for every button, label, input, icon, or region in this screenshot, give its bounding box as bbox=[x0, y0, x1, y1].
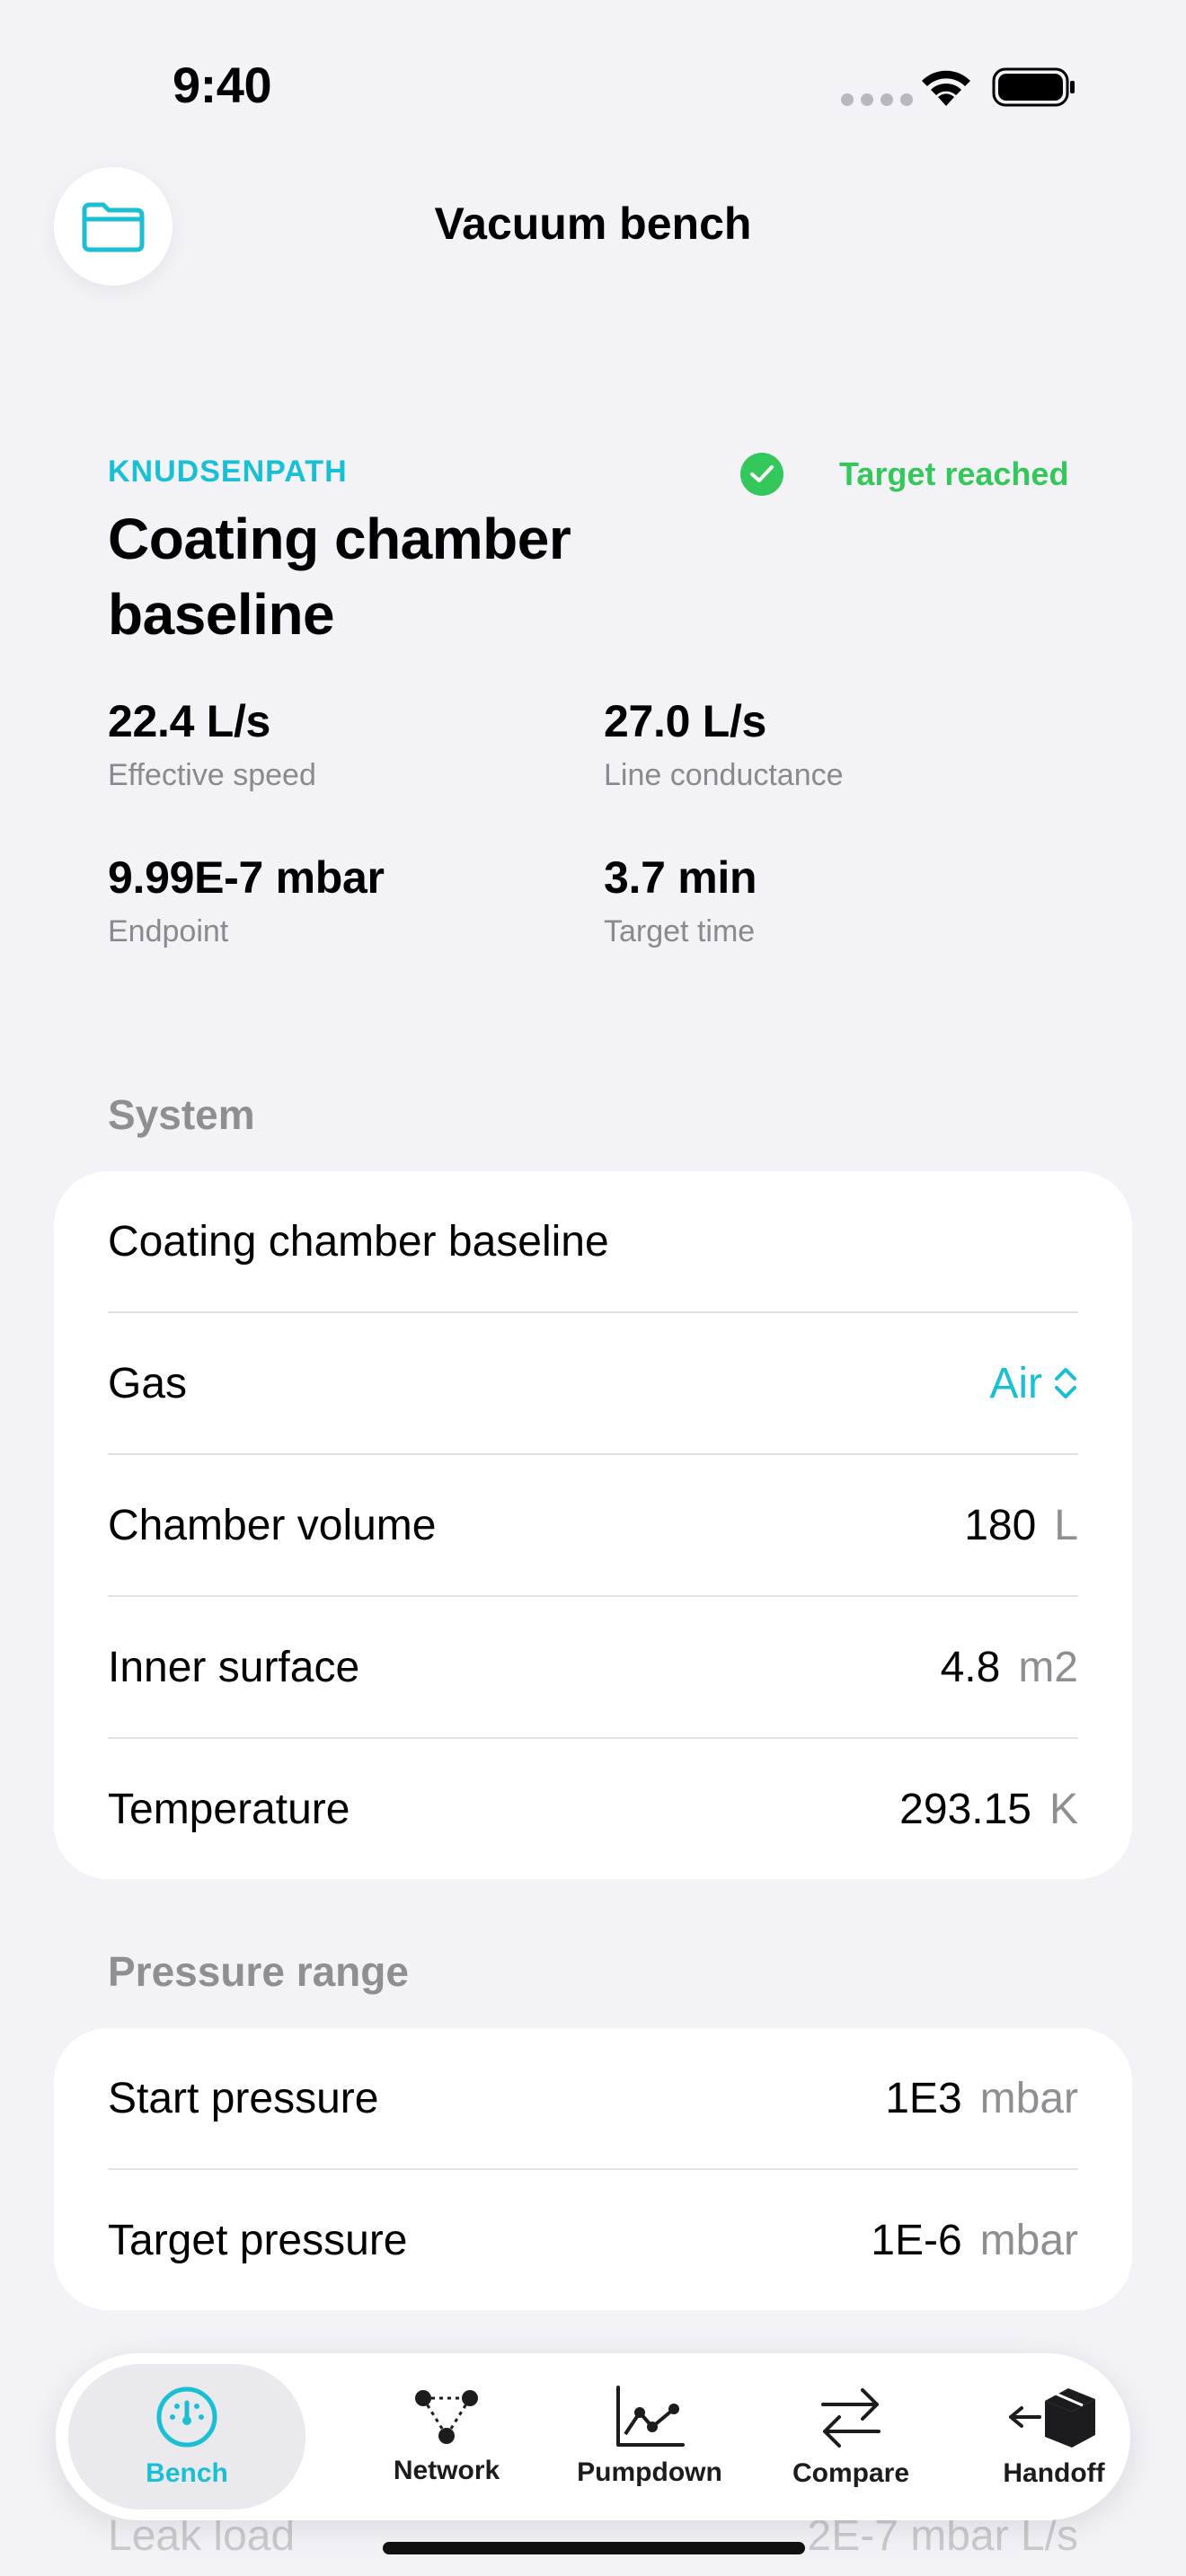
metric-value: 9.99E-7 mbar bbox=[108, 852, 385, 903]
tab-bar: Bench Network Pumpdown Compare Handoff bbox=[56, 2353, 1130, 2520]
start-pressure-field[interactable]: 1E3 mbar bbox=[885, 2074, 1078, 2123]
metric-label: Target time bbox=[604, 914, 756, 948]
tab-handoff[interactable]: Handoff bbox=[933, 2353, 1175, 2520]
chamber-volume-unit: L bbox=[1054, 1501, 1078, 1549]
status-text: Target reached bbox=[839, 455, 1069, 492]
summary-title: Coating chamber baseline bbox=[108, 507, 571, 647]
start-pressure-value: 1E3 bbox=[885, 2074, 962, 2122]
gas-label: Gas bbox=[108, 1359, 188, 1407]
gas-row: Gas Air bbox=[108, 1313, 1078, 1455]
gauge-icon bbox=[156, 2386, 217, 2448]
metric-value: 3.7 min bbox=[604, 852, 757, 903]
status-bar: 9:40 bbox=[0, 0, 1186, 171]
inner-surface-field[interactable]: 4.8 m2 bbox=[941, 1643, 1078, 1692]
inner-surface-row: Inner surface 4.8 m2 bbox=[108, 1597, 1078, 1739]
section-header-pressure-range: Pressure range bbox=[108, 1948, 409, 1995]
metric-target-time: 3.7 min Target time bbox=[604, 851, 757, 949]
temperature-label: Temperature bbox=[108, 1785, 350, 1833]
chevron-up-down-icon bbox=[1055, 1368, 1076, 1398]
tab-label: Pumpdown bbox=[577, 2457, 722, 2487]
system-name-field[interactable]: Coating chamber baseline bbox=[108, 1171, 1078, 1313]
metric-effective-speed: 22.4 L/s Effective speed bbox=[108, 695, 316, 793]
status-badge: Target reached bbox=[740, 453, 1068, 496]
target-pressure-unit: mbar bbox=[979, 2216, 1078, 2264]
wifi-icon bbox=[922, 70, 970, 106]
temperature-row: Temperature 293.15 K bbox=[108, 1739, 1078, 1879]
start-pressure-unit: mbar bbox=[979, 2074, 1078, 2122]
metric-endpoint: 9.99E-7 mbar Endpoint bbox=[108, 851, 385, 949]
target-pressure-value: 1E-6 bbox=[871, 2216, 962, 2264]
home-indicator bbox=[383, 2542, 805, 2554]
metric-value: 22.4 L/s bbox=[108, 696, 271, 746]
tab-bench[interactable]: Bench bbox=[68, 2364, 305, 2510]
page-title: Vacuum bench bbox=[434, 198, 752, 249]
tab-label: Network bbox=[393, 2456, 500, 2485]
temperature-unit: K bbox=[1049, 1785, 1078, 1833]
metric-value: 27.0 L/s bbox=[604, 696, 767, 746]
target-pressure-row: Target pressure 1E-6 mbar bbox=[108, 2170, 1078, 2310]
gas-picker[interactable]: Air bbox=[989, 1359, 1078, 1408]
target-pressure-field[interactable]: 1E-6 mbar bbox=[871, 2216, 1078, 2265]
section-header-system: System bbox=[108, 1091, 255, 1138]
brand-label: KNUDSENPATH bbox=[108, 454, 348, 489]
checkmark-icon bbox=[740, 453, 783, 496]
network-icon bbox=[415, 2390, 478, 2444]
start-pressure-label: Start pressure bbox=[108, 2074, 379, 2122]
system-name-value: Coating chamber baseline bbox=[108, 1217, 609, 1266]
inner-surface-unit: m2 bbox=[1018, 1643, 1078, 1691]
tab-label: Compare bbox=[792, 2458, 910, 2488]
start-pressure-row: Start pressure 1E3 mbar bbox=[108, 2028, 1078, 2170]
status-time: 9:40 bbox=[173, 57, 272, 113]
chamber-volume-field[interactable]: 180 L bbox=[964, 1501, 1078, 1550]
chamber-volume-label: Chamber volume bbox=[108, 1501, 437, 1549]
inner-surface-label: Inner surface bbox=[108, 1643, 360, 1691]
metric-label: Line conductance bbox=[604, 758, 844, 792]
temperature-value: 293.15 bbox=[899, 1785, 1031, 1833]
pressure-range-card: Start pressure 1E3 mbar Target pressure … bbox=[54, 2028, 1132, 2310]
battery-icon bbox=[992, 67, 1075, 107]
metric-label: Endpoint bbox=[108, 914, 229, 948]
cellular-signal-icon bbox=[841, 93, 913, 106]
system-card: Coating chamber baseline Gas Air Chamber… bbox=[54, 1171, 1132, 1879]
metric-line-conductance: 27.0 L/s Line conductance bbox=[604, 695, 844, 793]
gas-value: Air bbox=[989, 1359, 1042, 1407]
chamber-volume-row: Chamber volume 180 L bbox=[108, 1455, 1078, 1597]
tab-label: Bench bbox=[146, 2458, 228, 2488]
box-icon bbox=[1009, 2388, 1095, 2448]
arrows-icon bbox=[821, 2388, 881, 2448]
target-pressure-label: Target pressure bbox=[108, 2216, 408, 2264]
chart-icon bbox=[616, 2386, 685, 2447]
temperature-field[interactable]: 293.15 K bbox=[899, 1785, 1078, 1834]
metric-label: Effective speed bbox=[108, 758, 316, 792]
tab-label: Handoff bbox=[1003, 2458, 1105, 2488]
chamber-volume-value: 180 bbox=[964, 1501, 1037, 1549]
inner-surface-value: 4.8 bbox=[940, 1643, 1001, 1691]
